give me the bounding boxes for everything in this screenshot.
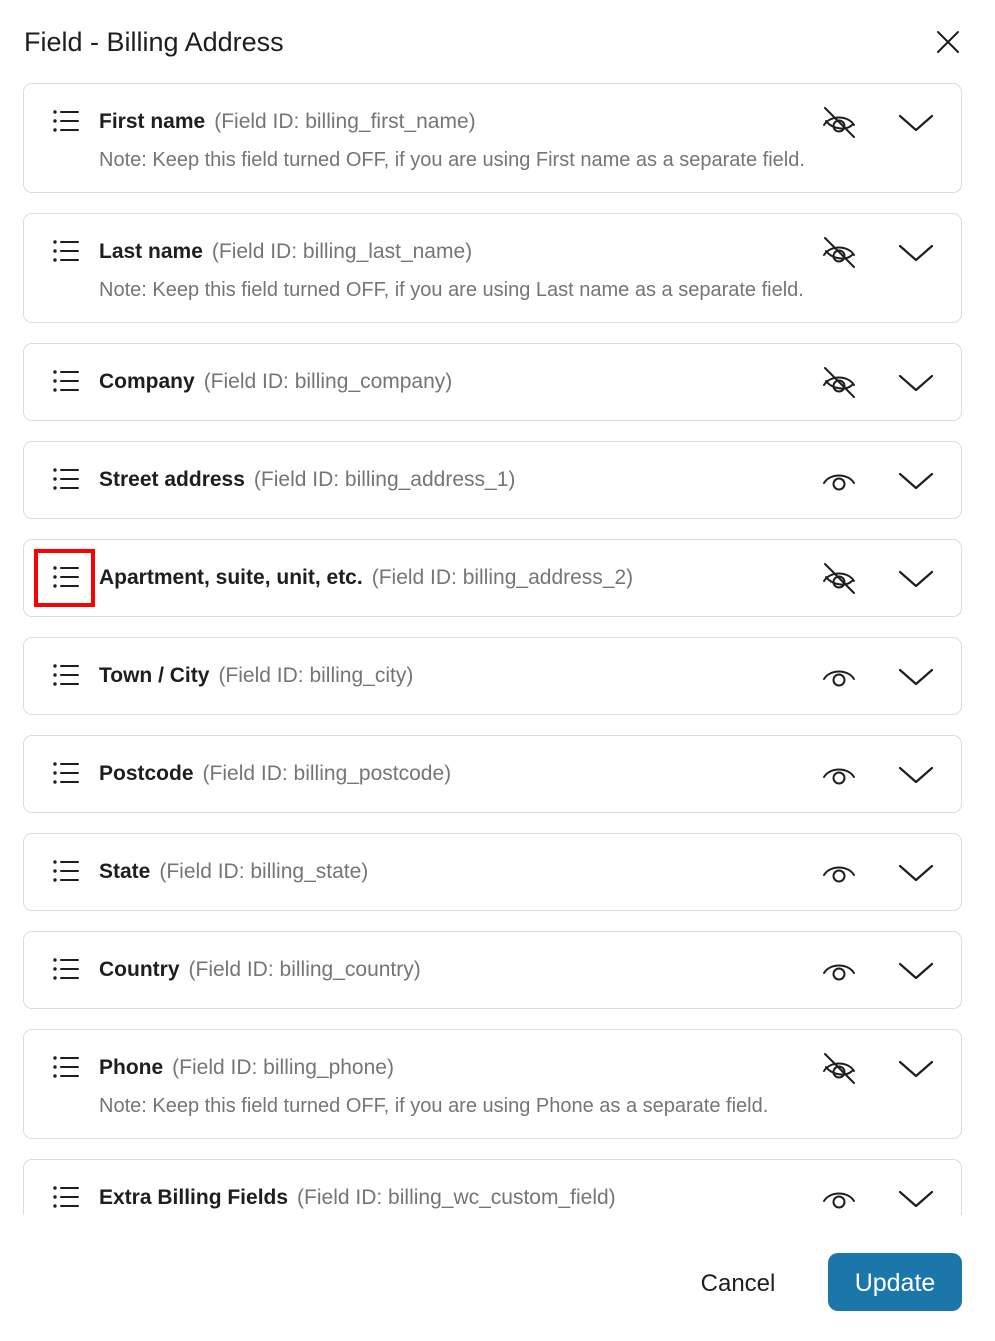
field-name: First name [99, 110, 206, 133]
field-id: (Field ID: billing_address_2) [371, 566, 634, 589]
dialog-header: Field - Billing Address [24, 22, 970, 62]
field-row[interactable]: First name (Field ID: billing_first_name)… [23, 83, 962, 193]
chevron-down-icon[interactable] [896, 464, 936, 496]
chevron-down-icon[interactable] [896, 660, 936, 692]
field-label-line: Company (Field ID: billing_company) [99, 368, 452, 396]
field-label-line: Town / City (Field ID: billing_city) [99, 662, 413, 690]
update-button[interactable]: Update [828, 1253, 962, 1311]
field-label-line: Street address (Field ID: billing_address… [99, 466, 515, 494]
chevron-down-icon[interactable] [896, 106, 936, 138]
field-name: Town / City [99, 664, 210, 687]
field-note: Note: Keep this field turned OFF, if you… [99, 149, 805, 171]
drag-handle-icon[interactable] [52, 859, 80, 883]
field-name: Company [99, 370, 195, 393]
field-id: (Field ID: billing_state) [159, 860, 369, 883]
cancel-button[interactable]: Cancel [686, 1256, 790, 1310]
field-row[interactable]: Country (Field ID: billing_country) [23, 931, 962, 1009]
chevron-down-icon[interactable] [896, 954, 936, 986]
field-row[interactable]: Company (Field ID: billing_company) [23, 343, 962, 421]
field-label-line: Country (Field ID: billing_country) [99, 956, 421, 984]
field-row[interactable]: Apartment, suite, unit, etc. (Field ID: b… [23, 539, 962, 617]
eye-slash-icon[interactable] [820, 103, 858, 141]
field-list-viewport[interactable]: First name (Field ID: billing_first_name)… [0, 80, 995, 1215]
chevron-down-icon[interactable] [896, 758, 936, 790]
field-id: (Field ID: billing_postcode) [202, 762, 452, 785]
field-name: Phone [99, 1056, 164, 1079]
field-label-line: Last name (Field ID: billing_last_name) [99, 238, 472, 266]
chevron-down-icon[interactable] [896, 1052, 936, 1084]
drag-handle-icon[interactable] [52, 663, 80, 687]
field-id: (Field ID: billing_country) [188, 958, 421, 981]
field-name: State [99, 860, 151, 883]
field-id: (Field ID: billing_city) [218, 664, 414, 687]
eye-icon[interactable] [820, 755, 858, 793]
drag-handle-icon[interactable] [52, 565, 80, 589]
field-label-line: Phone (Field ID: billing_phone) [99, 1054, 394, 1082]
eye-slash-icon[interactable] [820, 363, 858, 401]
field-id: (Field ID: billing_company) [203, 370, 453, 393]
eye-icon[interactable] [820, 657, 858, 695]
chevron-down-icon[interactable] [896, 856, 936, 888]
eye-icon[interactable] [820, 461, 858, 499]
field-id: (Field ID: billing_last_name) [211, 240, 473, 263]
eye-slash-icon[interactable] [820, 233, 858, 271]
chevron-down-icon[interactable] [896, 1182, 936, 1214]
field-name: Country [99, 958, 180, 981]
drag-handle-icon[interactable] [52, 109, 80, 133]
field-row[interactable]: Town / City (Field ID: billing_city) [23, 637, 962, 715]
drag-handle-icon[interactable] [52, 467, 80, 491]
chevron-down-icon[interactable] [896, 562, 936, 594]
dialog-title: Field - Billing Address [24, 27, 284, 57]
eye-icon[interactable] [820, 951, 858, 989]
field-row[interactable]: Phone (Field ID: billing_phone) Note: Keep… [23, 1029, 962, 1139]
field-list: First name (Field ID: billing_first_name)… [23, 83, 962, 1215]
field-label-line: Apartment, suite, unit, etc. (Field ID: b… [99, 564, 633, 592]
field-name: Postcode [99, 762, 194, 785]
field-note: Note: Keep this field turned OFF, if you… [99, 1095, 769, 1117]
field-label-line: Postcode (Field ID: billing_postcode) [99, 760, 451, 788]
drag-handle-icon[interactable] [52, 761, 80, 785]
field-id: (Field ID: billing_first_name) [214, 110, 476, 133]
drag-handle-icon[interactable] [52, 239, 80, 263]
field-row[interactable]: Extra Billing Fields (Field ID: billing_w… [23, 1159, 962, 1215]
eye-slash-icon[interactable] [820, 559, 858, 597]
eye-icon[interactable] [820, 1179, 858, 1215]
field-name: Extra Billing Fields [99, 1186, 289, 1209]
chevron-down-icon[interactable] [896, 236, 936, 268]
drag-handle-icon[interactable] [52, 369, 80, 393]
eye-icon[interactable] [820, 853, 858, 891]
chevron-down-icon[interactable] [896, 366, 936, 398]
field-name: Apartment, suite, unit, etc. [99, 566, 363, 589]
drag-handle-icon[interactable] [52, 1055, 80, 1079]
field-label-line: First name (Field ID: billing_first_name) [99, 108, 476, 136]
field-row[interactable]: State (Field ID: billing_state) [23, 833, 962, 911]
drag-handle-icon[interactable] [52, 957, 80, 981]
field-name: Last name [99, 240, 203, 263]
field-note: Note: Keep this field turned OFF, if you… [99, 279, 804, 301]
field-id: (Field ID: billing_wc_custom_field) [297, 1186, 616, 1209]
field-id: (Field ID: billing_phone) [172, 1056, 394, 1079]
field-label-line: State (Field ID: billing_state) [99, 858, 368, 886]
field-row[interactable]: Last name (Field ID: billing_last_name) No… [23, 213, 962, 323]
close-icon[interactable] [934, 28, 962, 56]
eye-slash-icon[interactable] [820, 1049, 858, 1087]
field-id: (Field ID: billing_address_1) [253, 468, 516, 491]
field-row[interactable]: Street address (Field ID: billing_address… [23, 441, 962, 519]
field-row[interactable]: Postcode (Field ID: billing_postcode) [23, 735, 962, 813]
drag-handle-icon[interactable] [52, 1185, 80, 1209]
field-label-line: Extra Billing Fields (Field ID: billing_w… [99, 1184, 616, 1212]
field-name: Street address [99, 468, 245, 491]
